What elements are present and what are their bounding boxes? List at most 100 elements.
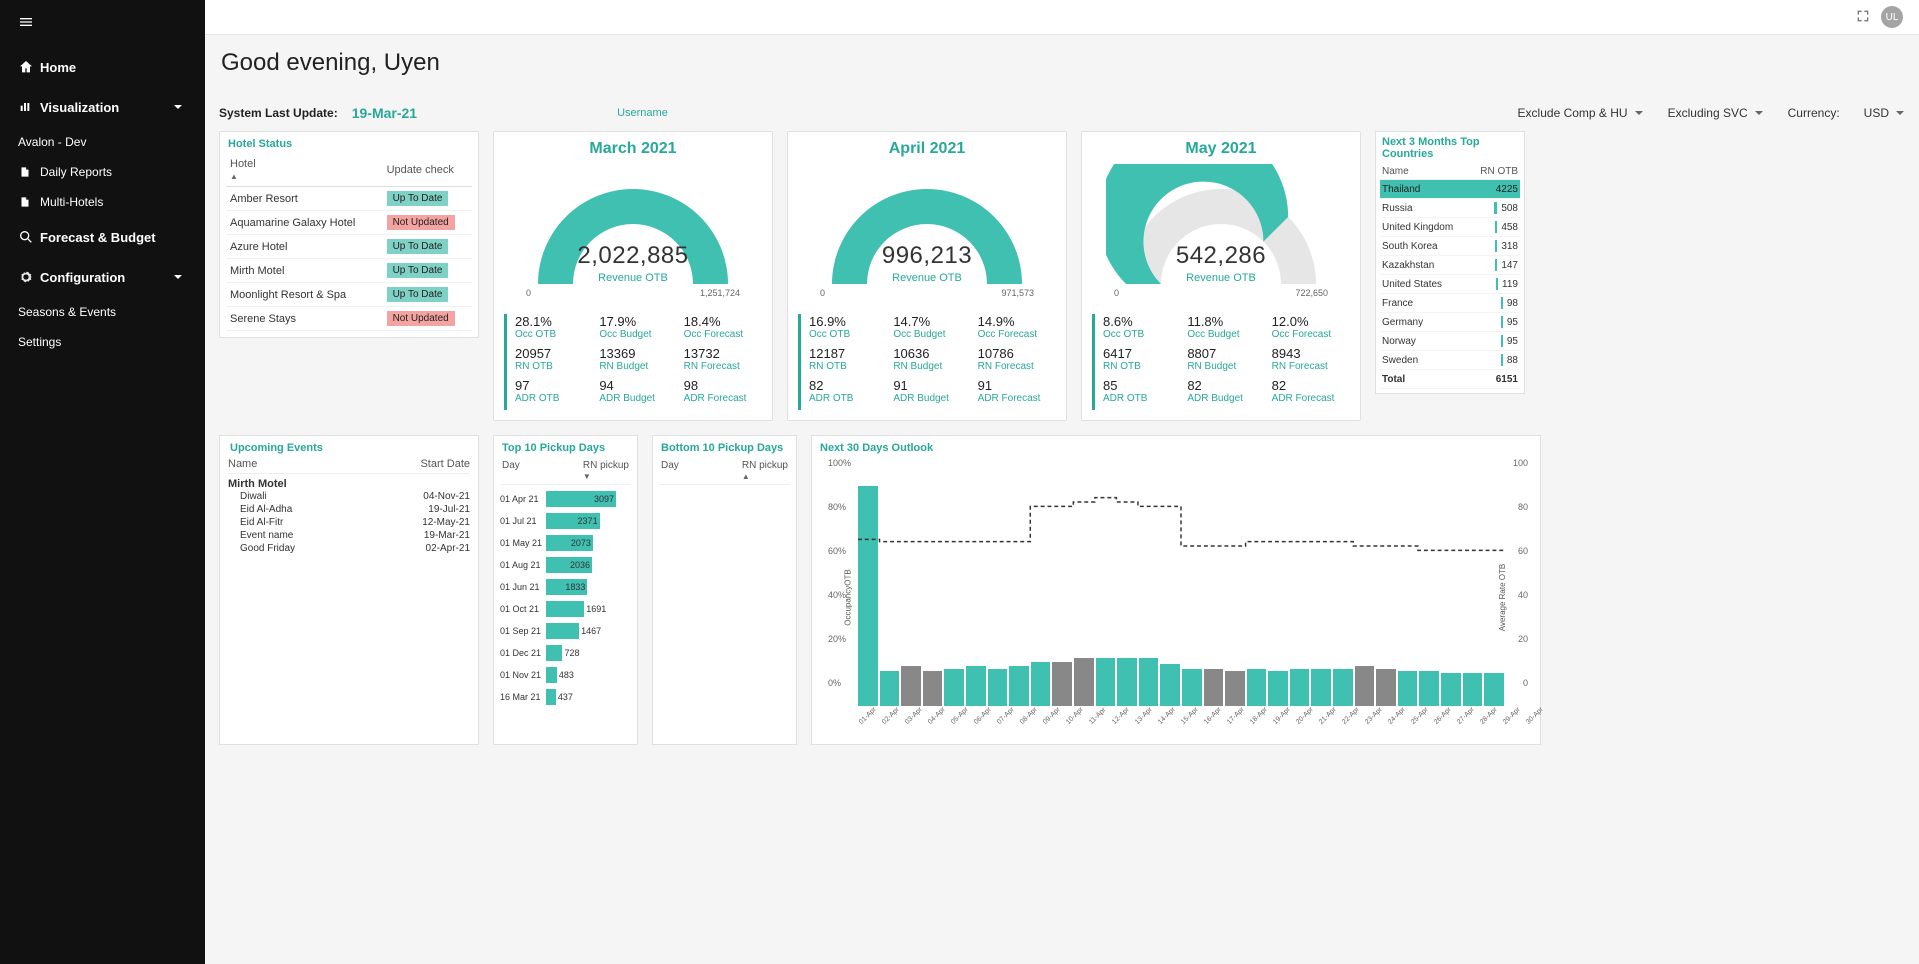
col-name[interactable]: Name (1382, 166, 1409, 177)
pickup-row[interactable]: 01 Apr 213097 (500, 491, 631, 507)
country-bar (1501, 316, 1503, 328)
col-hotel[interactable]: Hotel▲ (226, 154, 383, 187)
nav-item[interactable]: Home (0, 47, 205, 87)
x-tick: 11-Apr (1088, 707, 1107, 726)
metric-label: ADR OTB (515, 393, 593, 404)
event-row[interactable]: Eid Al-Adha19-Jul-21 (228, 503, 470, 516)
pickup-row[interactable]: 01 Nov 21483 (500, 667, 631, 683)
metric-value: 20957 (515, 346, 593, 361)
nav-item[interactable]: Visualization (0, 87, 205, 127)
country-bar (1495, 259, 1497, 271)
pickup-row[interactable]: 01 Aug 212036 (500, 557, 631, 573)
currency-dropdown[interactable]: USD (1864, 106, 1905, 120)
country-name: Russia (1382, 203, 1413, 214)
user-avatar[interactable]: UL (1881, 6, 1903, 28)
col-pickup[interactable]: RN pickup▼ (583, 460, 629, 482)
table-row[interactable]: Moonlight Resort & SpaUp To Date (226, 283, 472, 307)
nav-plain-item[interactable]: Avalon - Dev (0, 127, 205, 157)
pickup-row[interactable]: 01 Oct 211691 (500, 601, 631, 617)
country-bar (1466, 183, 1492, 195)
hotel-name: Azure Hotel (226, 235, 383, 259)
main-area: UL Good evening, Uyen System Last Update… (205, 0, 1919, 964)
country-bar (1501, 297, 1503, 309)
status-badge: Up To Date (387, 263, 449, 278)
nav-sub-item[interactable]: Multi-Hotels (0, 187, 205, 217)
revenue-gauge: 2,022,885Revenue OTB01,251,724 (518, 164, 748, 304)
card-title: Upcoming Events (228, 442, 470, 454)
col-day[interactable]: Day (661, 460, 679, 482)
metric-label: ADR Budget (599, 393, 677, 404)
col-rnotb[interactable]: RN OTB (1480, 166, 1518, 177)
file-icon (18, 165, 40, 179)
event-row[interactable]: Eid Al-Fitr12-May-21 (228, 516, 470, 529)
pickup-row[interactable]: 01 Jul 212371 (500, 513, 631, 529)
col-day[interactable]: Day (502, 460, 520, 482)
col-pickup[interactable]: RN pickup▲ (742, 460, 788, 482)
pickup-day: 01 Jul 21 (500, 516, 546, 526)
col-name[interactable]: Name (228, 458, 257, 470)
event-row[interactable]: Diwali04-Nov-21 (228, 490, 470, 503)
event-name: Diwali (240, 491, 267, 502)
country-row[interactable]: Russia508 (1380, 199, 1520, 218)
nav-sub-item[interactable]: Daily Reports (0, 157, 205, 187)
pickup-value: 2073 (569, 538, 593, 548)
pickup-row[interactable]: 01 May 212073 (500, 535, 631, 551)
metric-label: RN Forecast (684, 361, 762, 372)
card-title: Bottom 10 Pickup Days (659, 442, 790, 454)
pickup-row[interactable]: 01 Jun 211833 (500, 579, 631, 595)
filter-comp-dropdown[interactable]: Exclude Comp & HU (1518, 106, 1644, 120)
event-row[interactable]: Event name19-Mar-21 (228, 529, 470, 542)
country-name: South Korea (1382, 241, 1438, 252)
col-update[interactable]: Update check (383, 154, 472, 187)
x-tick: 03-Apr (904, 706, 924, 726)
chevron-down-icon (1895, 108, 1905, 118)
table-row[interactable]: Mirth Motel Up To Date (226, 259, 472, 283)
country-row[interactable]: Kazakhstan147 (1380, 256, 1520, 275)
hamburger-menu[interactable] (0, 0, 205, 47)
nav-item[interactable]: Configuration (0, 257, 205, 297)
outlook-line-chart (858, 458, 1504, 700)
nav-plain-item[interactable]: Seasons & Events (0, 297, 205, 327)
x-tick: 14-Apr (1157, 706, 1177, 726)
metric-value: 10786 (978, 346, 1056, 361)
pickup-row[interactable]: 16 Mar 21437 (500, 689, 631, 705)
metric-value: 94 (599, 378, 677, 393)
y-tick-right: 80 (1518, 502, 1528, 512)
metric-label: RN Forecast (1272, 361, 1350, 372)
country-row[interactable]: France98 (1380, 294, 1520, 313)
metric-label: ADR OTB (809, 393, 887, 404)
table-row[interactable]: Amber ResortUp To Date (226, 187, 472, 211)
country-value: 95 (1507, 336, 1518, 347)
country-row[interactable]: Norway95 (1380, 332, 1520, 351)
metric-label: Occ Forecast (978, 329, 1056, 340)
nav-item[interactable]: Forecast & Budget (0, 217, 205, 257)
metric-value: 14.9% (978, 314, 1056, 329)
hotel-name: Mirth Motel (226, 259, 383, 283)
fullscreen-button[interactable] (1855, 8, 1871, 27)
gauge-min: 0 (1114, 288, 1119, 298)
table-row[interactable]: Azure Hotel Up To Date (226, 235, 472, 259)
metric-value: 17.9% (599, 314, 677, 329)
pickup-row[interactable]: 01 Dec 21728 (500, 645, 631, 661)
pickup-row[interactable]: 01 Sep 211467 (500, 623, 631, 639)
nav-plain-item[interactable]: Settings (0, 327, 205, 357)
country-row[interactable]: Germany95 (1380, 313, 1520, 332)
country-row[interactable]: Sweden88 (1380, 351, 1520, 370)
country-row[interactable]: United States119 (1380, 275, 1520, 294)
status-badge: Up To Date (387, 239, 449, 254)
y-tick-left: 0% (828, 678, 841, 688)
revenue-gauge: 996,213Revenue OTB0971,573 (812, 164, 1042, 304)
metric-value: 16.9% (809, 314, 887, 329)
col-date[interactable]: Start Date (420, 458, 470, 470)
filter-svc-dropdown[interactable]: Excluding SVC (1668, 106, 1764, 120)
table-row[interactable]: Serene StaysNot Updated (226, 307, 472, 331)
table-row[interactable]: Aquamarine Galaxy HotelNot Updated (226, 211, 472, 235)
x-tick: 30-Apr (1525, 706, 1545, 726)
country-row[interactable]: Thailand4225 (1380, 180, 1520, 199)
country-row[interactable]: United Kingdom458 (1380, 218, 1520, 237)
country-row[interactable]: South Korea 318 (1380, 237, 1520, 256)
gauge-min: 0 (820, 288, 825, 298)
country-value: 318 (1501, 241, 1518, 252)
event-name: Eid Al-Fitr (240, 517, 283, 528)
event-row[interactable]: Good Friday02-Apr-21 (228, 542, 470, 555)
